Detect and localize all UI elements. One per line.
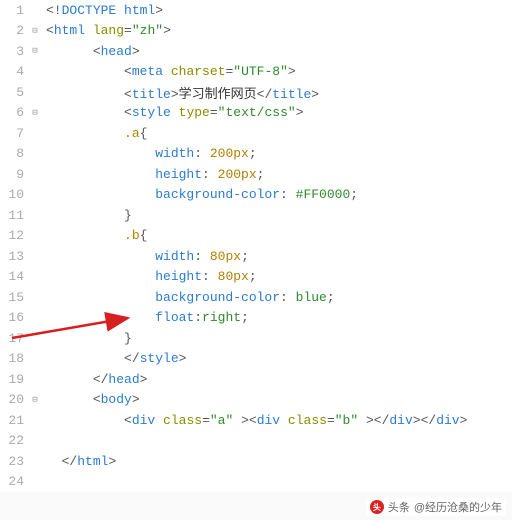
code-content[interactable]: </head>	[42, 372, 147, 387]
code-line[interactable]: 6⊟ <style type="text/css">	[0, 103, 512, 124]
code-line[interactable]: 16 float:right;	[0, 308, 512, 329]
code-line[interactable]: 3⊟ <head>	[0, 41, 512, 62]
fold-toggle[interactable]: ⊟	[28, 26, 42, 36]
line-number: 10	[0, 187, 28, 202]
code-content[interactable]: <body>	[42, 392, 140, 407]
code-content[interactable]: </html>	[42, 454, 116, 469]
line-number: 17	[0, 331, 28, 346]
code-content[interactable]: </style>	[42, 351, 186, 366]
code-line[interactable]: 20⊟ <body>	[0, 390, 512, 411]
watermark-icon: 头	[370, 500, 384, 514]
line-number: 19	[0, 372, 28, 387]
line-number: 1	[0, 3, 28, 18]
watermark: 头 头条 @经历沧桑的少年	[366, 498, 506, 516]
code-line[interactable]: 11 }	[0, 205, 512, 226]
code-line[interactable]: 4 <meta charset="UTF-8">	[0, 62, 512, 83]
code-content[interactable]: <!DOCTYPE html>	[42, 3, 163, 18]
line-number: 21	[0, 413, 28, 428]
line-number: 23	[0, 454, 28, 469]
line-number: 6	[0, 105, 28, 120]
code-line[interactable]: 22	[0, 431, 512, 452]
code-line[interactable]: 18 </style>	[0, 349, 512, 370]
fold-toggle[interactable]: ⊟	[28, 108, 42, 118]
code-content[interactable]: <meta charset="UTF-8">	[42, 64, 296, 79]
line-number: 15	[0, 290, 28, 305]
code-line[interactable]: 14 height: 80px;	[0, 267, 512, 288]
code-line[interactable]: 24	[0, 472, 512, 493]
line-number: 14	[0, 269, 28, 284]
code-line[interactable]: 2⊟<html lang="zh">	[0, 21, 512, 42]
code-line[interactable]: 5 <title>学习制作网页</title>	[0, 82, 512, 103]
code-editor[interactable]: 1<!DOCTYPE html>2⊟<html lang="zh">3⊟ <he…	[0, 0, 512, 492]
code-content[interactable]: }	[42, 208, 132, 223]
code-content[interactable]: .a{	[42, 126, 147, 141]
fold-toggle[interactable]: ⊟	[28, 46, 42, 56]
code-content[interactable]: width: 80px;	[42, 249, 249, 264]
code-content[interactable]: <style type="text/css">	[42, 105, 304, 120]
line-number: 9	[0, 167, 28, 182]
code-line[interactable]: 19 </head>	[0, 369, 512, 390]
line-number: 3	[0, 44, 28, 59]
code-line[interactable]: 21 <div class="a" ><div class="b" ></div…	[0, 410, 512, 431]
line-number: 12	[0, 228, 28, 243]
code-content[interactable]: float:right;	[42, 310, 249, 325]
code-line[interactable]: 13 width: 80px;	[0, 246, 512, 267]
code-content[interactable]: background-color: #FF0000;	[42, 187, 358, 202]
code-line[interactable]: 10 background-color: #FF0000;	[0, 185, 512, 206]
line-number: 8	[0, 146, 28, 161]
line-number: 24	[0, 474, 28, 489]
line-number: 22	[0, 433, 28, 448]
code-line[interactable]: 17 }	[0, 328, 512, 349]
line-number: 18	[0, 351, 28, 366]
line-number: 13	[0, 249, 28, 264]
line-number: 4	[0, 64, 28, 79]
code-content[interactable]: <html lang="zh">	[42, 23, 171, 38]
code-content[interactable]: <head>	[42, 44, 140, 59]
line-number: 20	[0, 392, 28, 407]
code-content[interactable]: background-color: blue;	[42, 290, 335, 305]
code-content[interactable]: <title>学习制作网页</title>	[42, 83, 319, 102]
code-line[interactable]: 15 background-color: blue;	[0, 287, 512, 308]
code-content[interactable]: .b{	[42, 228, 147, 243]
code-line[interactable]: 1 <!DOCTYPE html>	[0, 0, 512, 21]
code-line[interactable]: 7 .a{	[0, 123, 512, 144]
code-line[interactable]: 9 height: 200px;	[0, 164, 512, 185]
line-number: 2	[0, 23, 28, 38]
code-content[interactable]: }	[42, 331, 132, 346]
code-line[interactable]: 8 width: 200px;	[0, 144, 512, 165]
code-content[interactable]: height: 80px;	[42, 269, 257, 284]
code-content[interactable]: width: 200px;	[42, 146, 257, 161]
line-number: 5	[0, 85, 28, 100]
watermark-prefix: 头条	[388, 499, 410, 515]
code-content[interactable]: <div class="a" ><div class="b" ></div></…	[42, 413, 467, 428]
code-content[interactable]: height: 200px;	[42, 167, 264, 182]
line-number: 11	[0, 208, 28, 223]
code-line[interactable]: 23 </html>	[0, 451, 512, 472]
code-line[interactable]: 12 .b{	[0, 226, 512, 247]
line-number: 16	[0, 310, 28, 325]
fold-toggle[interactable]: ⊟	[28, 395, 42, 405]
watermark-suffix: @经历沧桑的少年	[414, 499, 502, 515]
line-number: 7	[0, 126, 28, 141]
